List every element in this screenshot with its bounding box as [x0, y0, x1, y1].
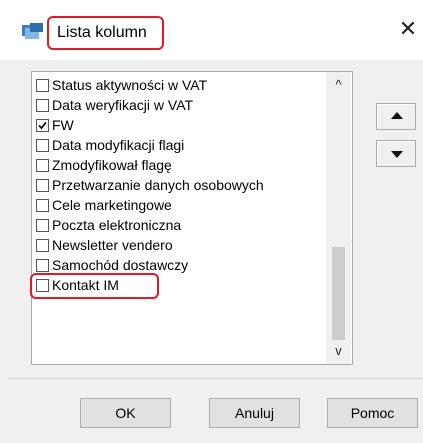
triangle-down-icon [391, 151, 403, 158]
list-item[interactable]: Data modyfikacji flagi [36, 135, 326, 155]
scroll-up-button[interactable]: ^ [326, 74, 351, 96]
list-item[interactable]: Cele marketingowe [36, 195, 326, 215]
list-item-label: Cele marketingowe [52, 197, 172, 213]
list-item[interactable]: Newsletter vendero [36, 235, 326, 255]
checkbox[interactable] [36, 219, 49, 232]
lista-kolumn-dialog: Lista kolumn ✕ Status aktywności w VAT Da… [0, 0, 423, 443]
list-item[interactable]: Zmodyfikował flagę [36, 155, 326, 175]
checkbox[interactable] [36, 79, 49, 92]
footer-divider [8, 378, 423, 379]
checkbox[interactable] [36, 139, 49, 152]
list-item-label: FW [52, 117, 74, 133]
list-item[interactable]: Status aktywności w VAT [36, 75, 326, 95]
scroll-down-button[interactable]: v [326, 340, 351, 362]
app-icon [22, 22, 44, 40]
list-item-label: Kontakt IM [52, 277, 119, 293]
checkbox[interactable] [36, 239, 49, 252]
checkbox[interactable] [36, 259, 49, 272]
list-item-label: Samochód dostawczy [52, 257, 189, 273]
list-item-label: Poczta elektroniczna [52, 217, 182, 233]
list-item[interactable]: Kontakt IM [30, 273, 326, 299]
help-button[interactable]: Pomoc [327, 398, 418, 428]
list-item[interactable]: Samochód dostawczy [36, 255, 326, 275]
close-button[interactable]: ✕ [396, 14, 420, 44]
list-item[interactable]: Poczta elektroniczna [36, 215, 326, 235]
triangle-up-icon [391, 112, 403, 119]
checkmark-icon [38, 121, 47, 130]
scroll-thumb[interactable] [332, 247, 345, 340]
cancel-button[interactable]: Anuluj [209, 398, 300, 428]
list-item[interactable]: Przetwarzanie danych osobowych [36, 175, 326, 195]
checkbox[interactable] [36, 159, 49, 172]
list-item-label: Data weryfikacji w VAT [52, 97, 194, 113]
move-up-button[interactable] [376, 103, 416, 130]
list-item-label: Zmodyfikował flagę [52, 157, 172, 173]
list-item-label: Newsletter vendero [52, 237, 173, 253]
ok-button[interactable]: OK [80, 398, 171, 428]
list-item[interactable]: Data weryfikacji w VAT [36, 95, 326, 115]
column-list-items: Status aktywności w VAT Data weryfikacji … [30, 75, 326, 299]
chevron-down-icon: v [335, 343, 342, 358]
move-down-button[interactable] [376, 140, 416, 167]
checkbox[interactable] [36, 119, 49, 132]
checkbox[interactable] [36, 179, 49, 192]
chevron-up-icon: ^ [335, 77, 342, 92]
checkbox[interactable] [36, 279, 49, 292]
title-highlight: Lista kolumn [47, 16, 164, 50]
list-scrollbar[interactable]: ^ v [326, 72, 351, 364]
list-item-label: Przetwarzanie danych osobowych [52, 177, 264, 193]
list-item-label: Data modyfikacji flagi [52, 137, 185, 153]
checkbox[interactable] [36, 99, 49, 112]
list-item-label: Status aktywności w VAT [52, 77, 208, 93]
list-item[interactable]: FW [36, 115, 326, 135]
close-icon: ✕ [398, 16, 418, 41]
title-bar: Lista kolumn ✕ [0, 0, 423, 60]
window-title: Lista kolumn [57, 24, 147, 41]
column-list[interactable]: Status aktywności w VAT Data weryfikacji … [30, 71, 353, 365]
checkbox[interactable] [36, 199, 49, 212]
